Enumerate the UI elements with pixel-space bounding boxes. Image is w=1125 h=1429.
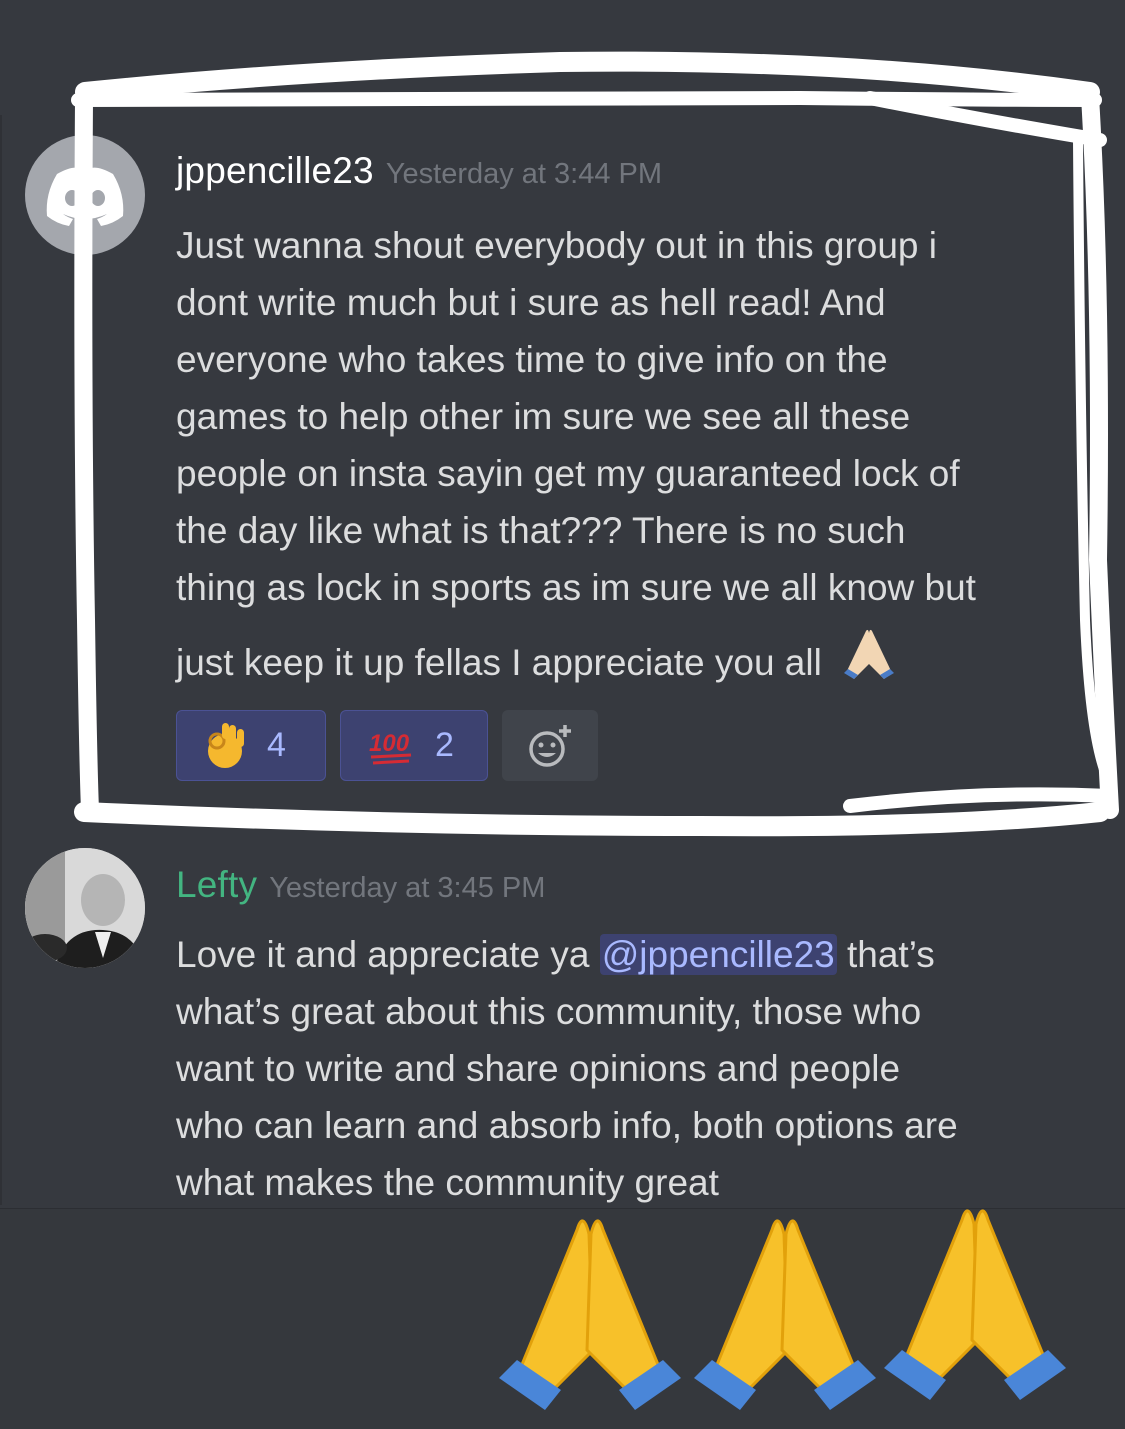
message-last-line: just keep it up fellas I appreciate you … bbox=[176, 627, 1086, 691]
reactions: 4 100 2 bbox=[176, 710, 598, 781]
reaction-hundred[interactable]: 100 2 bbox=[340, 710, 488, 781]
timestamp[interactable]: Yesterday at 3:45 PM bbox=[269, 872, 545, 904]
avatar[interactable] bbox=[25, 135, 145, 255]
reaction-count: 4 bbox=[267, 726, 286, 764]
ok-hand-icon bbox=[208, 722, 244, 768]
add-reaction-icon bbox=[529, 724, 571, 767]
message-text-part: that’s bbox=[836, 934, 935, 975]
profile-photo-icon bbox=[25, 848, 145, 968]
folded-hands-icon bbox=[694, 1219, 876, 1410]
message-text-part: Love it and appreciate ya bbox=[176, 934, 600, 975]
folded-hands-icon bbox=[884, 1209, 1066, 1400]
hundred-points-icon: 100 bbox=[369, 730, 412, 764]
folded-hands-icon bbox=[844, 629, 895, 679]
message-last-line-text: just keep it up fellas I appreciate you … bbox=[176, 642, 822, 683]
username[interactable]: jppencille23 bbox=[176, 150, 374, 191]
message-header: Lefty Yesterday at 3:45 PM bbox=[176, 864, 545, 906]
folded-hands-icon bbox=[499, 1219, 681, 1410]
add-reaction-button[interactable] bbox=[502, 710, 598, 781]
reaction-count: 2 bbox=[435, 726, 454, 764]
message-text: what’s great about this community, those… bbox=[176, 991, 958, 1203]
message-text: Just wanna shout everybody out in this g… bbox=[176, 225, 976, 608]
reaction-ok-hand[interactable]: 4 bbox=[176, 710, 326, 781]
user-mention[interactable]: @jppencille23 bbox=[599, 934, 837, 975]
message-header: jppencille23 Yesterday at 3:44 PM bbox=[176, 150, 662, 192]
svg-text:100: 100 bbox=[369, 730, 410, 757]
message-first-line: Love it and appreciate ya @jppencille23 … bbox=[176, 926, 1086, 983]
chat-edge bbox=[0, 115, 2, 1205]
discord-logo-icon bbox=[46, 167, 124, 226]
username[interactable]: Lefty bbox=[176, 864, 257, 905]
avatar[interactable] bbox=[25, 848, 145, 968]
timestamp[interactable]: Yesterday at 3:44 PM bbox=[386, 158, 662, 190]
